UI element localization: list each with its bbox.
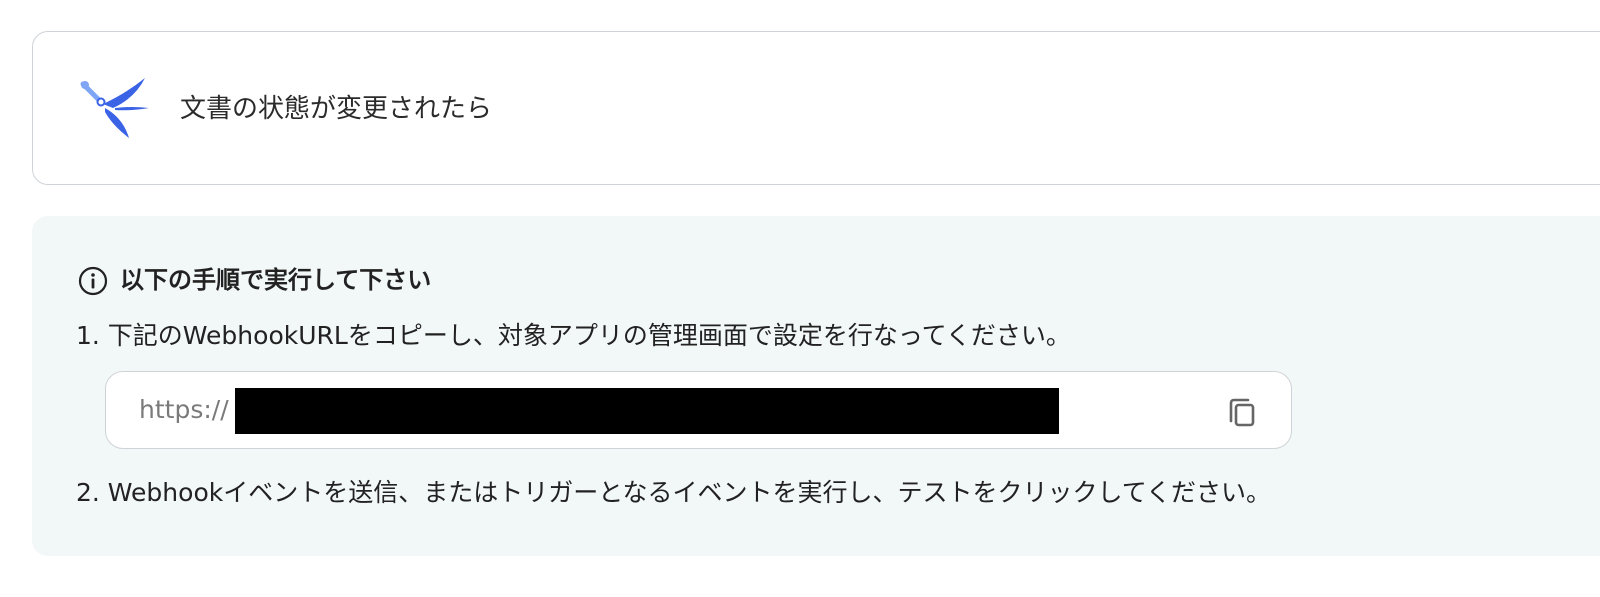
redacted-url-block xyxy=(235,388,1059,434)
webhook-url-field[interactable]: https:// xyxy=(105,371,1292,449)
instructions-panel: 以下の手順で実行して下さい 1. 下記のWebhookURLをコピーし、対象アプ… xyxy=(32,216,1600,556)
info-circle-icon xyxy=(78,266,108,296)
copy-icon[interactable] xyxy=(1224,394,1260,430)
instruction-step-1: 1. 下記のWebhookURLをコピーし、対象アプリの管理画面で設定を行なって… xyxy=(76,321,1071,350)
webhook-url-text[interactable]: https:// xyxy=(139,393,229,427)
instruction-step-2: 2. Webhookイベントを送信、またはトリガーとなるイベントを実行し、テスト… xyxy=(76,478,1271,507)
instructions-heading: 以下の手順で実行して下さい xyxy=(120,266,432,294)
trigger-card[interactable]: 文書の状態が変更されたら xyxy=(32,31,1600,185)
swallow-bird-logo-icon xyxy=(80,78,149,138)
trigger-title: 文書の状態が変更されたら xyxy=(180,94,493,124)
